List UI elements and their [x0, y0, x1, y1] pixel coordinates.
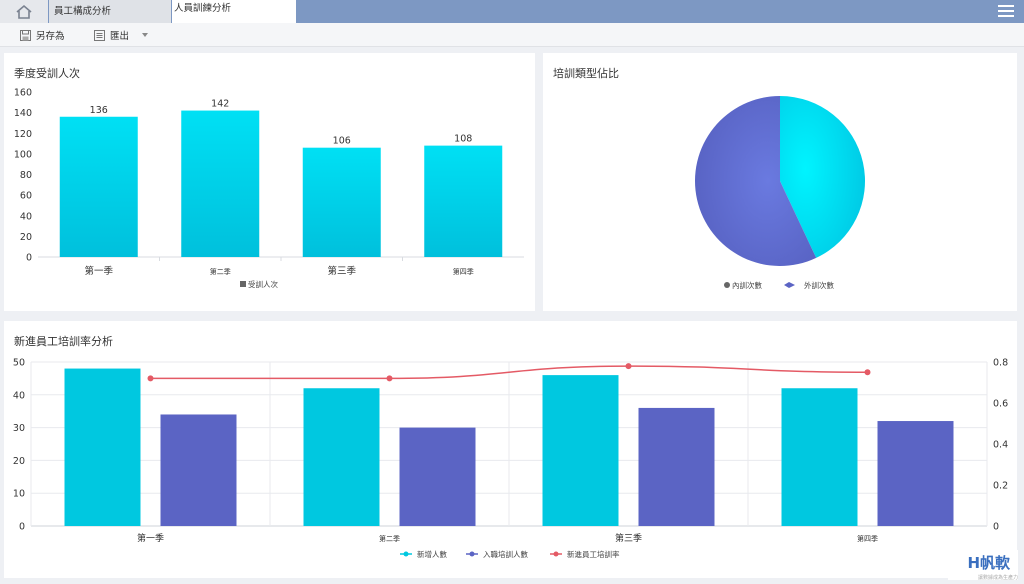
bar: [424, 145, 503, 257]
legend-label: 入職培訓人數: [483, 549, 528, 559]
y-tick-label: 100: [14, 149, 32, 160]
legend-marker: [403, 551, 409, 557]
x-tick-label: 第四季: [857, 534, 878, 543]
legend-label: 新增人數: [417, 549, 447, 559]
bar: [302, 147, 381, 257]
bar: [181, 110, 260, 257]
x-tick-label: 第三季: [615, 532, 642, 544]
new-employee-training-chart: 0 10 20 30 40 50 0 0.2 0.4 0.6 0.8 第一季 第二季 第三季 第四季新增人數…: [13, 358, 1008, 560]
y-tick-label: 80: [20, 170, 32, 181]
home-button[interactable]: [0, 0, 48, 23]
legend-label: 新進員工培訓率: [567, 549, 620, 559]
x-tick-label: 第三季: [327, 265, 356, 277]
data-label: 142: [211, 99, 229, 110]
line-point: [864, 369, 871, 376]
y-tick-label: 160: [14, 88, 32, 99]
x-tick-label: 第一季: [137, 532, 164, 544]
bar-onboarding-trained: [160, 414, 237, 526]
export-button[interactable]: 匯出: [94, 23, 129, 47]
y-tick-label: 0: [19, 522, 25, 533]
y2-tick-label: 0: [993, 522, 999, 533]
y2-tick-label: 0.6: [993, 399, 1008, 410]
brand-tagline: 讓數據成為生產力: [977, 575, 1018, 581]
new-employee-training-panel: 新進員工培訓率分析 0 10 20 30 40 50 0 0.2 0.4 0.6 0.8 第一季 第二季…: [4, 321, 1017, 578]
legend-marker: [784, 282, 795, 288]
export-dropdown-button[interactable]: [141, 23, 154, 47]
y-tick-label: 10: [13, 489, 25, 500]
y-tick-label: 20: [20, 232, 32, 243]
export-label: 匯出: [110, 31, 130, 42]
home-icon: [16, 4, 32, 19]
menu-icon[interactable]: [998, 4, 1014, 18]
toolbar: 另存為 匯出: [0, 23, 1024, 47]
data-label: 108: [454, 134, 472, 145]
data-label: 136: [90, 105, 108, 116]
brand-logo: H帆軟 讓數據成為生產力: [948, 550, 1018, 581]
brand-name: H帆軟: [967, 554, 1010, 572]
save-as-button[interactable]: 另存為: [20, 23, 65, 47]
training-type-panel: 培訓類型佔比 內訓次數 外訓次數: [543, 53, 1017, 311]
y2-tick-label: 0.4: [993, 440, 1008, 451]
y-tick-label: 20: [13, 456, 25, 467]
save-icon: [20, 29, 31, 41]
tab-training-analysis[interactable]: 人員訓練分析: [172, 0, 296, 23]
bar-onboarding-trained: [877, 421, 954, 526]
y-tick-label: 60: [20, 191, 32, 202]
y-tick-label: 40: [20, 211, 32, 222]
data-label: 106: [333, 136, 351, 147]
bar: [59, 116, 138, 257]
y-tick-label: 140: [14, 108, 32, 119]
quarterly-training-panel: 季度受訓人次 0 20 40 60 80 100 120 140 160 136 第一季 142 第二季…: [4, 53, 535, 311]
bar-new-hires: [542, 375, 619, 526]
line-point: [386, 375, 393, 382]
caret-down-icon: [142, 33, 148, 37]
y-tick-label: 0: [26, 253, 32, 264]
bar-new-hires: [64, 368, 141, 526]
x-tick-label: 第二季: [379, 534, 400, 543]
x-tick-label: 第二季: [210, 267, 231, 276]
legend-marker: [553, 551, 559, 557]
quarterly-training-chart: 0 20 40 60 80 100 120 140 160 136 第一季 142 第二季 106 第三季 1…: [14, 88, 524, 289]
line-point: [625, 363, 632, 370]
bar-onboarding-trained: [399, 427, 476, 526]
y-tick-label: 40: [13, 390, 25, 401]
legend-marker: [240, 281, 246, 287]
legend-marker: [724, 282, 730, 288]
bar-new-hires: [781, 388, 858, 526]
x-tick-label: 第一季: [84, 265, 113, 277]
top-bar: 員工構成分析 人員訓練分析: [0, 0, 1024, 23]
y2-tick-label: 0.8: [993, 358, 1008, 369]
save-as-label: 另存為: [36, 31, 65, 42]
x-tick-label: 第四季: [453, 267, 474, 276]
tab-employee-composition[interactable]: 員工構成分析: [49, 0, 171, 23]
legend-label: 受訓人次: [248, 279, 278, 289]
y-tick-label: 30: [13, 423, 25, 434]
y-tick-label: 50: [13, 358, 25, 369]
bar-onboarding-trained: [638, 407, 715, 526]
y2-tick-label: 0.2: [993, 481, 1008, 492]
line-point: [147, 375, 154, 382]
legend-label: 內訓次數: [732, 280, 762, 290]
legend-marker: [469, 551, 475, 557]
y-tick-label: 120: [14, 129, 32, 140]
export-icon: [94, 29, 105, 41]
training-type-chart: 內訓次數 外訓次數: [695, 96, 865, 290]
bar-new-hires: [303, 388, 380, 526]
legend-label: 外訓次數: [804, 280, 834, 290]
